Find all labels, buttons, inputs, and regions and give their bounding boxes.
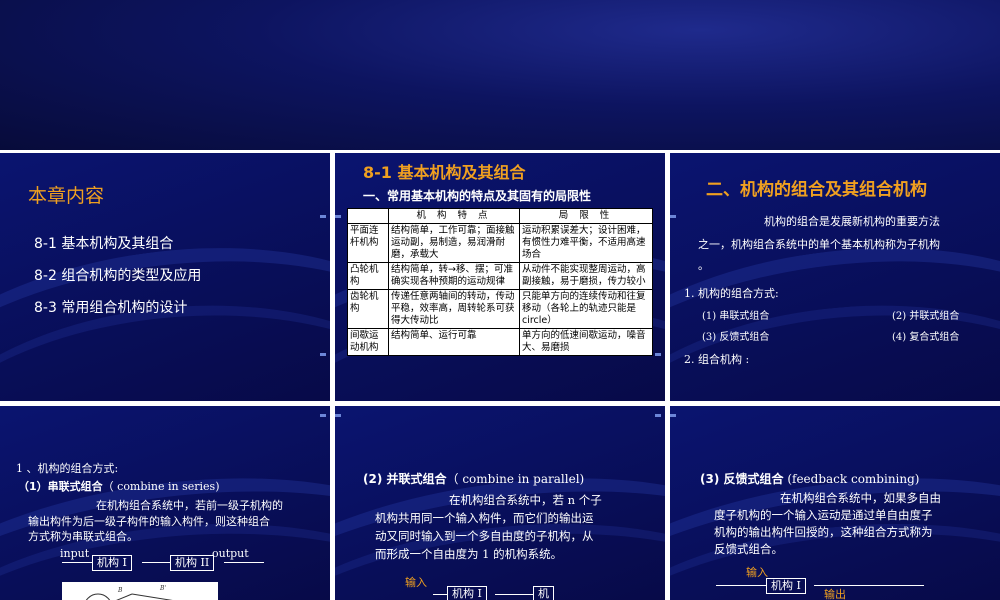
slide-dash-decoration [320, 215, 326, 218]
point-2: 2. 组合机构 : [684, 353, 750, 366]
feedback-label-cn: (3) 反馈式组合 [700, 472, 784, 486]
table-header-cell: 机 构 特 点 [388, 208, 520, 224]
slide-thumbnail-contents[interactable]: 本章内容 8-1 基本机构及其组合 8-2 组合机构的类型及应用 8-3 常用组… [0, 153, 330, 401]
intro-text-line-3: 。 [698, 259, 709, 272]
slide-thumbnail-combination[interactable]: 二、机构的组合及其组合机构 机构的组合是发展新机构的重要方法 之一，机构组合系统… [670, 153, 1000, 401]
slide-title: 本章内容 [28, 185, 105, 207]
table-row: 齿轮机构 传递任意两轴间的转动，传动平稳，效率高，周转轮系可获得大传动比 只能单… [347, 289, 653, 329]
contents-item-3: 8-3 常用组合机构的设计 [34, 300, 188, 316]
mechanism-box-2: 机 [533, 586, 554, 600]
flow-line [142, 562, 170, 563]
contents-item-1: 8-1 基本机构及其组合 [34, 236, 174, 252]
body-text-line-2: 度子机构的一个输入运动是通过单自由度子 [714, 508, 933, 522]
mechanism-box-1: 机构 I [766, 578, 806, 594]
slide-title: 8-1 基本机构及其组合 [363, 163, 526, 182]
table-cell: 单方向的低速间歇运动，噪音大、易磨损 [519, 328, 653, 356]
parallel-label: (2) 并联式组合（ combine in parallel) [363, 470, 584, 487]
table-cell: 间歇运动机构 [347, 328, 389, 356]
slide-thumbnail-parallel[interactable]: (2) 并联式组合（ combine in parallel) 在机构组合系统中… [335, 406, 665, 600]
slide-dash-decoration [670, 215, 676, 218]
flow-line [224, 562, 264, 563]
slide-dash-decoration [320, 353, 326, 356]
body-text-line-4: 而形成一个自由度为 1 的机构系统。 [375, 547, 563, 561]
mode-feedback: (3) 反馈式组合 [702, 332, 770, 343]
mechanism-box-1: 机构 I [92, 555, 132, 571]
slide-heading: 1 、机构的组合方式: [16, 462, 119, 475]
body-text-line-1: 在机构组合系统中，若 n 个子 [449, 493, 602, 507]
slide-dash-decoration [670, 414, 676, 417]
series-label-en: （ combine in series) [102, 480, 220, 493]
slide-thumbnail-basic-mechanisms[interactable]: 8-1 基本机构及其组合 一、常用基本机构的特点及其固有的局限性 机 构 特 点… [335, 153, 665, 401]
input-label: input [60, 547, 90, 560]
table-header-row: 机 构 特 点 局 限 性 [347, 208, 653, 224]
slide-subtitle: 一、常用基本机构的特点及其固有的局限性 [363, 189, 592, 203]
body-text-line-2: 机构共用同一个输入构件，而它们的输出运 [375, 511, 594, 525]
figure-label-b: B [117, 587, 123, 594]
flow-line [433, 594, 447, 595]
body-text-line-1: 在机构组合系统中，若前一级子机构的 [96, 499, 283, 512]
slide-dash-decoration [655, 414, 661, 417]
intro-text-line-1: 机构的组合是发展新机构的重要方法 [764, 215, 940, 228]
slide-dash-decoration [335, 215, 341, 218]
table-cell: 齿轮机构 [347, 289, 389, 329]
parallel-label-cn: (2) 并联式组合 [363, 472, 447, 486]
flow-line [716, 585, 766, 586]
flow-line [495, 594, 533, 595]
table-row: 凸轮机构 结构简单，转→移、摆；可准确实现各种预期的运动规律 从动件不能实现整周… [347, 262, 653, 290]
slide-title: 二、机构的组合及其组合机构 [706, 180, 927, 200]
flow-line [62, 562, 92, 563]
body-text-line-3: 动又同时输入到一个多自由度的子机构，从 [375, 529, 594, 543]
mechanism-box-1: 机构 I [447, 586, 487, 600]
input-label: 输入 [746, 566, 768, 579]
slide-thumbnail-series[interactable]: 1 、机构的组合方式: （1）串联式组合（ combine in series)… [0, 406, 330, 600]
input-label: 输入 [405, 576, 427, 589]
figure-label-b-prime: B' [159, 585, 166, 592]
mode-parallel: (2) 并联式组合 [892, 311, 960, 322]
table-cell: 传递任意两轴间的转动，传动平稳，效率高，周转轮系可获得大传动比 [388, 289, 520, 329]
table-cell: 凸轮机构 [347, 262, 389, 290]
body-text-line-3: 机构的输出构件回授的，这种组合方式称为 [714, 525, 933, 539]
body-text-line-2: 输出构件为后一级子构件的输入构件，则这种组合 [28, 515, 270, 528]
features-table: 机 构 特 点 局 限 性 平面连杆机构 结构简单，工作可靠；面接触运动副，易制… [347, 208, 653, 356]
body-text-line-4: 反馈式组合。 [714, 542, 783, 556]
mode-series: (1) 串联式组合 [702, 311, 770, 322]
parallel-label-en: （ combine in parallel) [446, 472, 585, 486]
table-header-cell: 局 限 性 [519, 208, 653, 224]
slide-dash-decoration [320, 414, 326, 417]
slide-dash-decoration [655, 353, 661, 356]
top-slide-band [0, 0, 1000, 150]
table-header-cell [347, 208, 389, 224]
table-cell: 结构简单，转→移、摆；可准确实现各种预期的运动规律 [388, 262, 520, 290]
table-cell: 只能单方向的连续传动和往复移动（各轮上的轨迹只能是 circle） [519, 289, 653, 329]
output-label: 输出 [824, 588, 846, 600]
series-label-cn: （1）串联式组合 [18, 480, 103, 493]
table-cell: 平面连杆机构 [347, 223, 389, 263]
intro-text-line-2: 之一，机构组合系统中的单个基本机构称为子机构 [698, 238, 940, 251]
body-text-line-1: 在机构组合系统中，如果多自由 [780, 491, 941, 505]
table-cell: 结构简单，工作可靠；面接触运动副，易制造，易润滑耐磨，承载大 [388, 223, 520, 263]
linkage-sketch: B B' [85, 585, 173, 600]
table-cell: 运动积累误差大；设计困难，有惯性力难平衡，不适用高速场合 [519, 223, 653, 263]
series-label: （1）串联式组合（ combine in series) [18, 478, 220, 494]
feedback-label: (3) 反馈式组合 (feedback combining) [700, 470, 919, 487]
table-row: 间歇运动机构 结构简单、运行可靠 单方向的低速间歇运动，噪音大、易磨损 [347, 328, 653, 356]
slide-dash-decoration [335, 414, 341, 417]
mode-composite: (4) 复合式组合 [892, 332, 960, 343]
table-cell: 结构简单、运行可靠 [388, 328, 520, 356]
body-text-line-3: 方式称为串联式组合。 [28, 530, 138, 543]
point-1: 1. 机构的组合方式: [684, 287, 779, 300]
output-label: output [212, 547, 249, 560]
feedback-label-en: (feedback combining) [787, 472, 920, 486]
contents-item-2: 8-2 组合机构的类型及应用 [34, 268, 202, 284]
slide-thumbnail-feedback[interactable]: (3) 反馈式组合 (feedback combining) 在机构组合系统中，… [670, 406, 1000, 600]
features-table-wrap: 机 构 特 点 局 限 性 平面连杆机构 结构简单，工作可靠；面接触运动副，易制… [347, 208, 653, 356]
table-cell: 从动件不能实现整周运动，高副接触，易于磨损，传力较小 [519, 262, 653, 290]
table-row: 平面连杆机构 结构简单，工作可靠；面接触运动副，易制造，易润滑耐磨，承载大 运动… [347, 223, 653, 263]
mechanism-figure: B B' [62, 582, 218, 600]
mechanism-box-2: 机构 II [170, 555, 215, 571]
